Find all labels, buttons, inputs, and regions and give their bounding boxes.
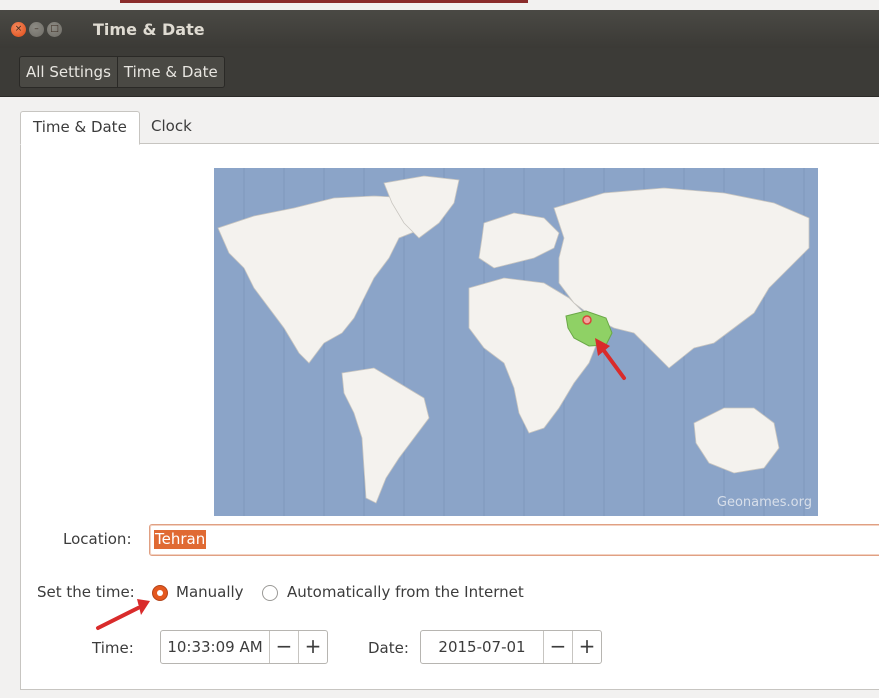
toolbar: All Settings Time & Date xyxy=(0,48,879,97)
radio-manually[interactable] xyxy=(152,585,168,601)
close-icon[interactable]: × xyxy=(11,22,26,37)
date-field[interactable]: 2015-07-01 xyxy=(421,631,543,663)
set-time-label: Set the time: xyxy=(37,583,135,601)
breadcrumb-all-settings[interactable]: All Settings xyxy=(20,57,117,87)
location-label: Location: xyxy=(63,530,132,548)
date-spinner: 2015-07-01 − + xyxy=(420,630,602,664)
radio-automatic-label[interactable]: Automatically from the Internet xyxy=(287,583,524,601)
landmass-south-america xyxy=(341,367,430,504)
radio-manually-label[interactable]: Manually xyxy=(176,583,244,601)
landmass-australia xyxy=(693,407,780,474)
time-spinner: 10:33:09 AM − + xyxy=(160,630,328,664)
tab-time-date[interactable]: Time & Date xyxy=(20,111,140,145)
landmass-europe xyxy=(478,212,560,269)
time-field[interactable]: 10:33:09 AM xyxy=(161,631,269,663)
breadcrumb-time-date[interactable]: Time & Date xyxy=(116,57,224,87)
time-increment-button[interactable]: + xyxy=(298,631,327,663)
top-decoration xyxy=(120,0,528,3)
time-label: Time: xyxy=(92,639,134,657)
timezone-map[interactable]: Geonames.org xyxy=(214,168,818,516)
date-label: Date: xyxy=(368,639,409,657)
tab-pane: Geonames.org Location: Tehran Set the ti… xyxy=(20,143,879,690)
time-decrement-button[interactable]: − xyxy=(269,631,298,663)
date-decrement-button[interactable]: − xyxy=(543,631,572,663)
date-increment-button[interactable]: + xyxy=(572,631,601,663)
radio-automatic[interactable] xyxy=(262,585,278,601)
annotation-arrow-map xyxy=(595,338,626,380)
location-input[interactable]: Tehran xyxy=(149,524,879,556)
landmass-north-america xyxy=(217,195,430,364)
content-area: Time & Date Clock Geonames.org Location:… xyxy=(8,97,879,698)
tab-clock[interactable]: Clock xyxy=(151,111,192,143)
window-title: Time & Date xyxy=(93,20,205,39)
maximize-icon[interactable]: □ xyxy=(47,22,62,37)
minimize-icon[interactable]: – xyxy=(29,22,44,37)
map-credit: Geonames.org xyxy=(716,495,812,510)
location-value: Tehran xyxy=(154,530,207,549)
breadcrumb: All Settings Time & Date xyxy=(19,56,225,88)
location-marker xyxy=(582,315,592,325)
title-bar: × – □ Time & Date xyxy=(0,10,879,48)
